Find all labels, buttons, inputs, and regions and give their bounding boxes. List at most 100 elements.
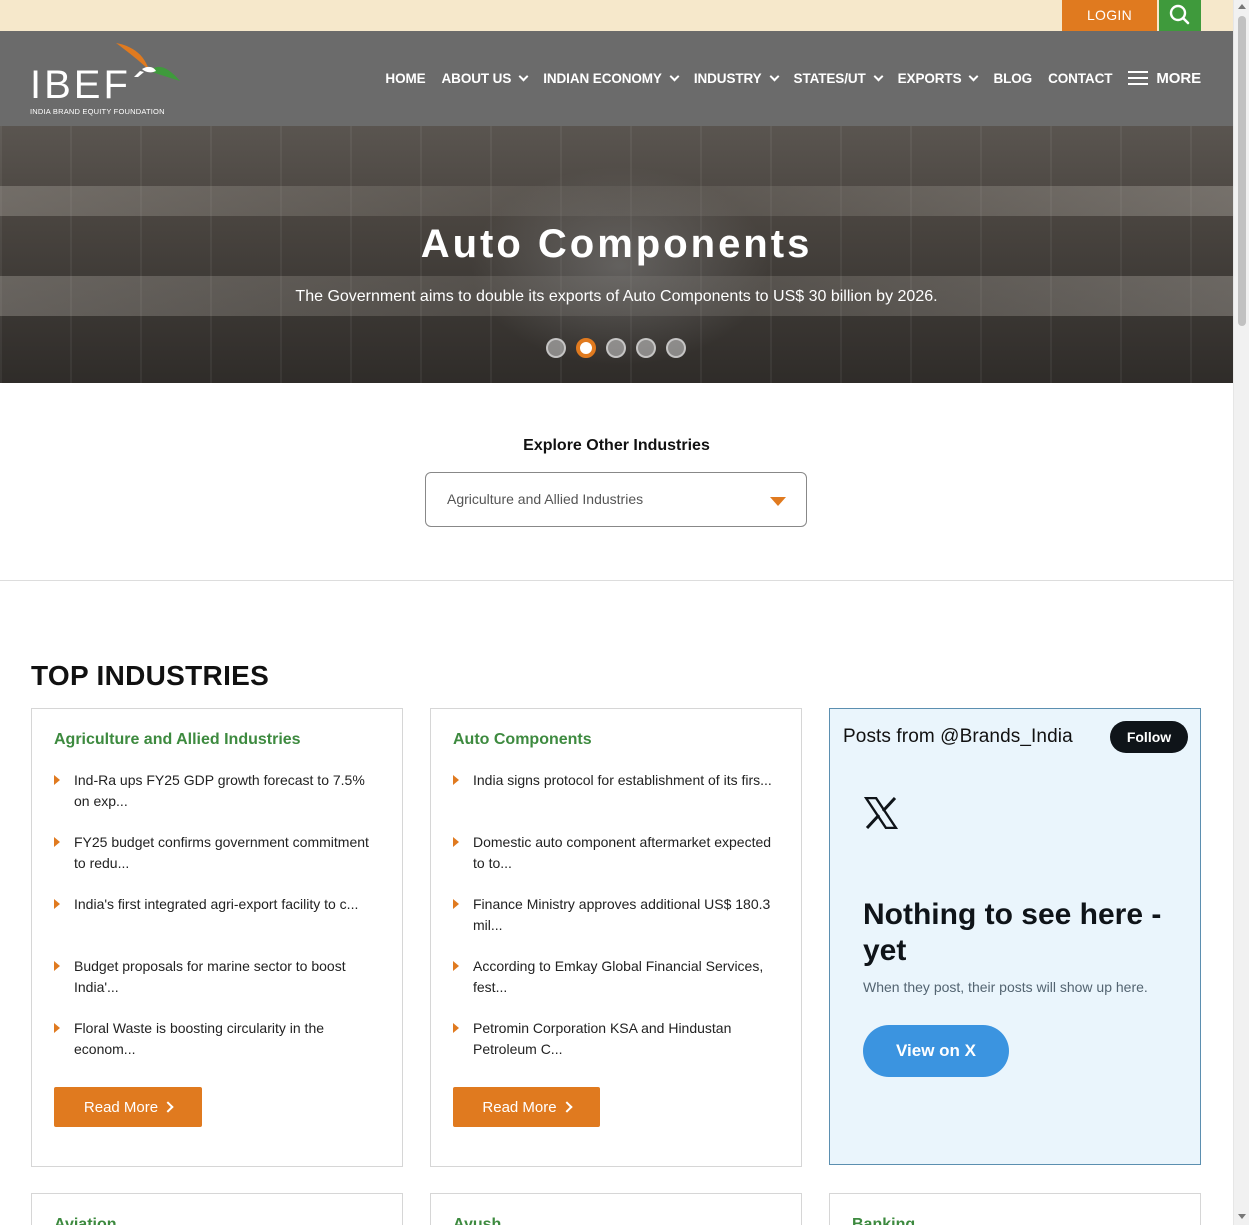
nav-about-us-label: ABOUT US [441, 71, 512, 86]
news-text: Finance Ministry approves additional US$… [473, 896, 771, 933]
chevron-right-icon [560, 1101, 573, 1113]
view-on-x-button[interactable]: View on X [863, 1025, 1009, 1077]
industry-select-value: Agriculture and Allied Industries [447, 491, 644, 507]
hamburger-icon [1128, 71, 1149, 86]
nav-indian-economy[interactable]: INDIAN ECONOMY [543, 71, 680, 86]
read-more-label: Read More [482, 1098, 557, 1116]
bullet-arrow-icon [453, 961, 459, 971]
industry-card-ayush: Ayush [430, 1193, 802, 1225]
bullet-arrow-icon [453, 899, 459, 909]
bullet-arrow-icon [453, 1023, 459, 1033]
primary-nav: HOME ABOUT US INDIAN ECONOMY INDUSTRY ST… [369, 70, 1201, 87]
nav-exports[interactable]: EXPORTS [898, 71, 979, 86]
twitter-timeline: Posts from @Brands_India Follow Nothing … [829, 708, 1201, 1165]
x-logo-icon [864, 797, 898, 829]
card-title[interactable]: Ayush [453, 1216, 501, 1225]
industry-card-agriculture: Agriculture and Allied Industries Ind-Ra… [31, 708, 403, 1167]
carousel-dot[interactable] [606, 338, 626, 358]
read-more-label: Read More [83, 1098, 159, 1116]
nav-home[interactable]: HOME [385, 71, 425, 86]
bullet-arrow-icon [453, 775, 459, 785]
card-title[interactable]: Banking [852, 1216, 915, 1225]
ibef-logo[interactable]: IBEF INDIA BRAND EQUITY FOUNDATION [30, 41, 190, 121]
bullet-arrow-icon [54, 837, 60, 847]
nav-industry[interactable]: INDUSTRY [694, 71, 779, 86]
carousel-dot[interactable] [666, 338, 686, 358]
carousel-dot-active[interactable] [576, 338, 596, 358]
hero-title: Auto Components [420, 222, 813, 266]
bullet-arrow-icon [54, 961, 60, 971]
nav-indian-economy-label: INDIAN ECONOMY [543, 71, 662, 86]
page: LOGIN IBEF INDIA BRAND EQUITY FOUNDATION… [0, 0, 1249, 1225]
nav-contact-label: CONTACT [1048, 71, 1113, 86]
news-text: Domestic auto component aftermarket expe… [473, 834, 772, 871]
news-text: Petromin Corporation KSA and Hindustan P… [473, 1020, 732, 1057]
nav-states-ut-label: STATES/UT [793, 71, 866, 86]
news-item[interactable]: Ind-Ra ups FY25 GDP growth forecast to 7… [54, 770, 374, 832]
caret-down-icon [770, 497, 786, 506]
industry-card-banking: Banking [829, 1193, 1201, 1225]
news-text: Floral Waste is boosting circularity in … [74, 1020, 325, 1057]
chevron-down-icon [969, 71, 979, 82]
top-industries-title: TOP INDUSTRIES [31, 660, 270, 691]
nav-blog[interactable]: BLOG [993, 71, 1032, 86]
read-more-button[interactable]: Read More [453, 1087, 600, 1127]
bullet-arrow-icon [453, 837, 459, 847]
logo-subtitle: INDIA BRAND EQUITY FOUNDATION [30, 107, 165, 116]
industry-card-auto-components: Auto Components India signs protocol for… [430, 708, 802, 1167]
twitter-header: Posts from @Brands_India [843, 726, 1073, 747]
nav-more[interactable]: MORE [1128, 70, 1201, 87]
top-strip [0, 0, 1233, 31]
chevron-down-icon [669, 71, 680, 82]
card-title[interactable]: Aviation [54, 1216, 117, 1225]
nav-contact[interactable]: CONTACT [1048, 71, 1112, 86]
bullet-arrow-icon [54, 899, 60, 909]
read-more-button[interactable]: Read More [54, 1087, 202, 1127]
news-item[interactable]: India signs protocol for establishment o… [453, 770, 773, 832]
page-scrollbar[interactable] [1233, 0, 1249, 1225]
news-item[interactable]: Finance Ministry approves additional US$… [453, 894, 773, 956]
carousel-dot[interactable] [546, 338, 566, 358]
card-title[interactable]: Auto Components [453, 731, 592, 749]
scrollbar-thumb[interactable] [1238, 16, 1246, 326]
news-text: Ind-Ra ups FY25 GDP growth forecast to 7… [74, 772, 365, 809]
explore-title: Explore Other Industries [523, 437, 710, 454]
industry-select[interactable]: Agriculture and Allied Industries [425, 472, 807, 527]
section-divider [0, 580, 1233, 581]
nav-about-us[interactable]: ABOUT US [441, 71, 529, 86]
nav-states-ut[interactable]: STATES/UT [793, 71, 884, 86]
nav-blog-label: BLOG [993, 71, 1033, 86]
news-text: Budget proposals for marine sector to bo… [74, 958, 346, 995]
news-item[interactable]: Floral Waste is boosting circularity in … [54, 1018, 374, 1080]
news-item[interactable]: Budget proposals for marine sector to bo… [54, 956, 374, 1018]
card-title[interactable]: Agriculture and Allied Industries [54, 731, 301, 749]
main-navbar: IBEF INDIA BRAND EQUITY FOUNDATION HOME … [0, 31, 1233, 126]
carousel-dot[interactable] [636, 338, 656, 358]
search-icon [1169, 4, 1190, 25]
hero-banner: Auto Components The Government aims to d… [0, 126, 1233, 383]
news-text: FY25 budget confirms government commitme… [74, 834, 369, 871]
news-item[interactable]: FY25 budget confirms government commitme… [54, 832, 374, 894]
news-item[interactable]: Domestic auto component aftermarket expe… [453, 832, 773, 894]
news-item[interactable]: Petromin Corporation KSA and Hindustan P… [453, 1018, 773, 1080]
chevron-down-icon [518, 71, 529, 82]
news-text: India signs protocol for establishment o… [473, 772, 772, 788]
industry-card-aviation: Aviation [31, 1193, 403, 1225]
chevron-down-icon [873, 71, 884, 82]
news-list: Ind-Ra ups FY25 GDP growth forecast to 7… [54, 770, 374, 1080]
bullet-arrow-icon [54, 1023, 60, 1033]
news-item[interactable]: According to Emkay Global Financial Serv… [453, 956, 773, 1018]
news-text: According to Emkay Global Financial Serv… [473, 958, 764, 995]
nav-more-label: MORE [1156, 70, 1201, 87]
hero-subtitle: The Government aims to double its export… [295, 288, 938, 305]
search-button[interactable] [1159, 0, 1201, 31]
news-item[interactable]: India's first integrated agri-export fac… [54, 894, 374, 956]
follow-button[interactable]: Follow [1110, 721, 1188, 753]
bullet-arrow-icon [54, 775, 60, 785]
chevron-right-icon [162, 1101, 174, 1113]
chevron-down-icon [769, 71, 779, 82]
login-button[interactable]: LOGIN [1062, 0, 1157, 31]
twitter-empty-subtitle: When they post, their posts will show up… [863, 979, 1148, 995]
scroll-up-icon[interactable] [1238, 4, 1246, 9]
scroll-down-icon[interactable] [1238, 1214, 1246, 1219]
